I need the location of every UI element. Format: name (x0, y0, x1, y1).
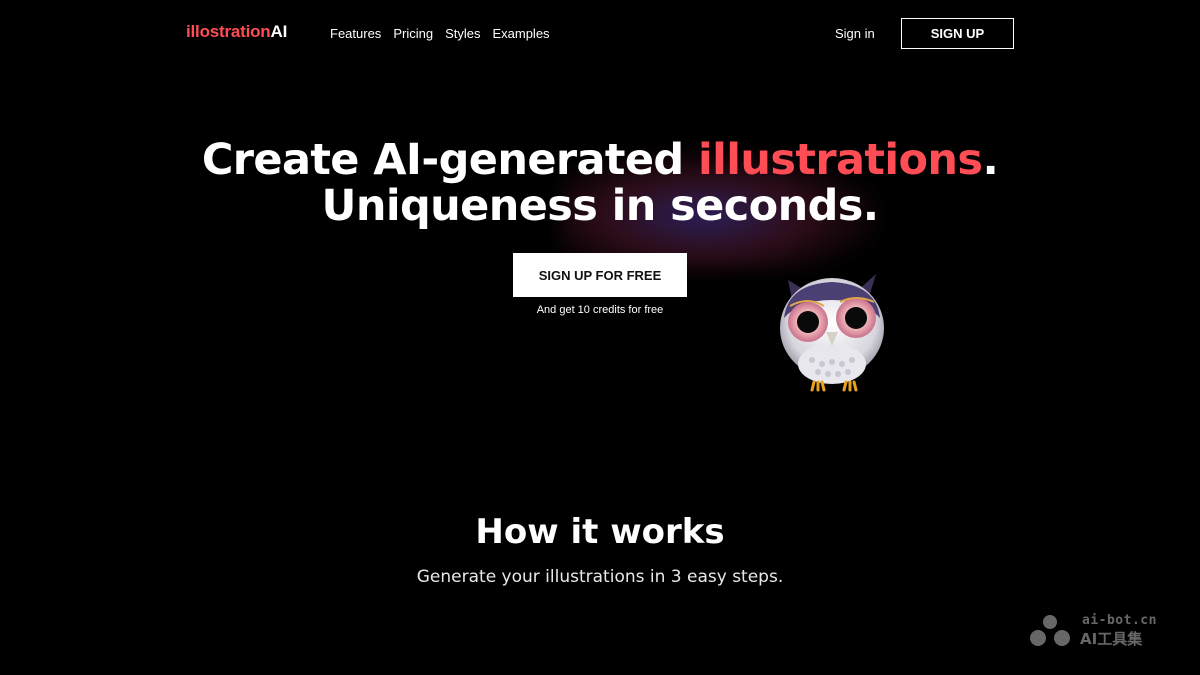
hero-title-accent: illustrations (697, 135, 983, 185)
sign-up-button[interactable]: SIGN UP (901, 18, 1014, 49)
owl-mascot-icon (768, 266, 898, 398)
hero-title-period: . (982, 135, 999, 185)
watermark-url: ai-bot.cn (1082, 613, 1157, 628)
watermark: ai-bot.cn AI工具集 (1026, 612, 1176, 648)
watermark-logo-icon (1030, 615, 1070, 646)
logo[interactable]: illostrationAI (186, 22, 287, 42)
header: illostrationAI Features Pricing Styles E… (0, 0, 1200, 68)
watermark-name: AI工具集 (1080, 630, 1143, 648)
hero-title-line2: Uniqueness in seconds. (321, 181, 880, 231)
logo-suffix: AI (270, 22, 288, 41)
nav-examples[interactable]: Examples (492, 26, 549, 41)
hero-title-part1: Create AI-generated (201, 135, 698, 185)
credits-note: And get 10 credits for free (536, 304, 664, 316)
sign-up-free-button[interactable]: SIGN UP FOR FREE (513, 253, 687, 297)
nav-pricing[interactable]: Pricing (393, 26, 433, 41)
hero-title: Create AI-generated illustrations. Uniqu… (0, 137, 1200, 229)
logo-text: illostration (186, 22, 271, 41)
main-nav: Features Pricing Styles Examples (330, 26, 550, 41)
sign-in-link[interactable]: Sign in (835, 26, 875, 41)
nav-styles[interactable]: Styles (445, 26, 480, 41)
nav-features[interactable]: Features (330, 26, 381, 41)
how-it-works-title: How it works (475, 512, 725, 552)
page: illostrationAI Features Pricing Styles E… (0, 0, 1200, 675)
how-it-works-subtitle: Generate your illustrations in 3 easy st… (416, 567, 784, 587)
